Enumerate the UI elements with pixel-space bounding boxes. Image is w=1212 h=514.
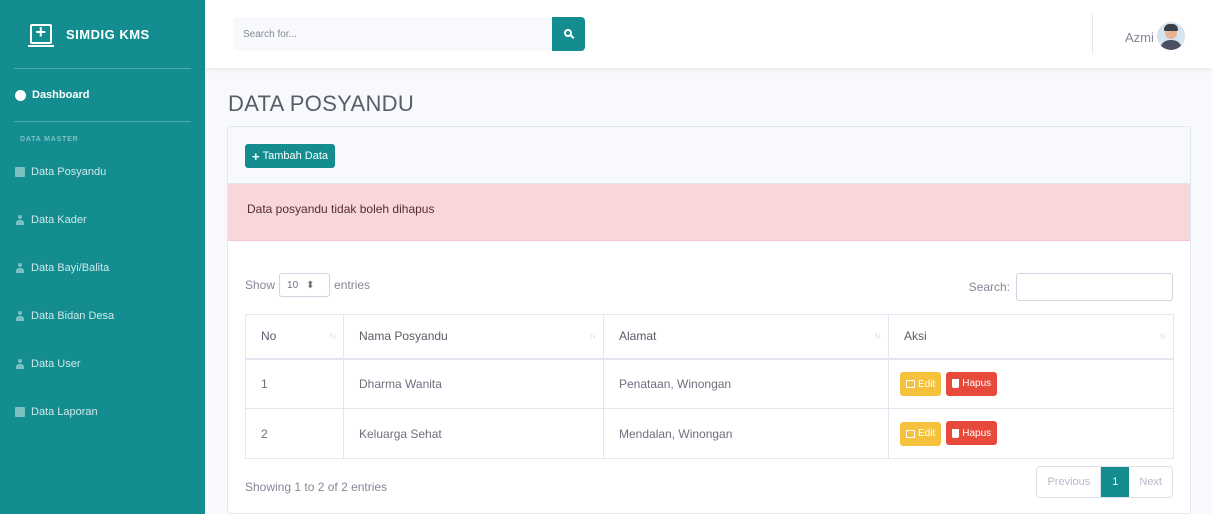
table-search-label: Search: (968, 280, 1010, 294)
sidebar-item-data-laporan[interactable]: Data Laporan (0, 388, 205, 436)
brand[interactable]: SIMDIG KMS (0, 0, 205, 68)
sidebar-item-label: Dashboard (32, 89, 90, 101)
topbar: Azmi (205, 0, 1212, 68)
entries-value: 10 (287, 279, 299, 291)
add-data-button[interactable]: + Tambah Data (245, 144, 336, 168)
cell-no: 1 (245, 358, 344, 409)
cell-aksi: Edit Hapus (888, 408, 1174, 459)
table-info: Showing 1 to 2 of 2 entries (245, 480, 388, 494)
trash-icon (952, 428, 960, 438)
table-icon (15, 407, 25, 417)
entries-select[interactable]: 10 ⬍ (279, 273, 331, 297)
avatar-body (1160, 40, 1182, 50)
table-row: 1 Dharma Wanita Penataan, Winongan Edit H… (245, 358, 1174, 409)
sidebar-item-label: Data Bidan Desa (31, 310, 115, 322)
sidebar-item-label: Data Bayi/Balita (31, 262, 110, 274)
sidebar-item-data-posyandu[interactable]: Data Posyandu (0, 148, 205, 196)
card-header: + Tambah Data (228, 127, 1190, 184)
search-input[interactable] (233, 17, 552, 51)
edit-label: Edit (918, 378, 936, 390)
table-search-input[interactable] (1016, 273, 1173, 301)
sidebar-item-data-bidan-desa[interactable]: Data Bidan Desa (0, 292, 205, 340)
laptop-medical-icon (28, 22, 54, 47)
pagination: Previous 1 Next (1036, 466, 1173, 498)
select-arrows-icon: ⬍ (306, 279, 315, 291)
topbar-divider (1092, 14, 1093, 54)
column-header-alamat[interactable]: Alamat ↑↓ (603, 314, 889, 360)
edit-icon (906, 380, 915, 388)
sidebar-item-dashboard[interactable]: Dashboard (0, 69, 205, 121)
column-header-nama[interactable]: Nama Posyandu ↑↓ (343, 314, 604, 360)
posyandu-table: No ↑↓ Nama Posyandu ↑↓ Alamat ↑↓ Aksi ↑↓ 1 D… (245, 314, 1174, 459)
plus-icon: + (252, 148, 260, 164)
search-icon (563, 29, 572, 37)
topbar-search (233, 17, 585, 51)
sidebar-item-label: Data Posyandu (31, 166, 107, 178)
delete-label: Hapus (962, 427, 992, 439)
delete-label: Hapus (962, 378, 992, 389)
sidebar-item-label: Data Laporan (31, 406, 98, 418)
cell-nama: Dharma Wanita (343, 358, 604, 409)
dashboard-icon (15, 89, 26, 101)
baby-icon (15, 263, 25, 273)
page-1-button[interactable]: 1 (1101, 467, 1130, 497)
sidebar-item-data-bayi-balita[interactable]: Data Bayi/Balita (0, 244, 205, 292)
edit-icon (906, 429, 915, 438)
sidebar-item-label: Data Kader (31, 214, 87, 226)
column-label: Aksi (904, 329, 927, 344)
edit-button[interactable]: Edit (900, 372, 942, 396)
alert-danger: Data posyandu tidak boleh dihapus (228, 184, 1190, 241)
edit-label: Edit (918, 428, 936, 440)
table-icon (15, 167, 25, 177)
cell-alamat: Penataan, Winongan (603, 358, 889, 409)
trash-icon (952, 379, 960, 388)
sort-icon: ↑↓ (329, 331, 336, 340)
previous-page-button[interactable]: Previous (1037, 467, 1102, 497)
table-search: Search: (969, 273, 1173, 301)
sidebar-item-label: Data User (31, 358, 81, 370)
column-label: No (261, 329, 277, 344)
user-name[interactable]: Azmi (1125, 30, 1154, 45)
delete-button[interactable]: Hapus (946, 421, 998, 446)
delete-button[interactable]: Hapus (946, 371, 998, 396)
search-button[interactable] (552, 17, 585, 51)
entries-length: Show 10 ⬍ entries (245, 273, 370, 297)
table-header-row: No ↑↓ Nama Posyandu ↑↓ Alamat ↑↓ Aksi ↑↓ (245, 314, 1174, 360)
sort-icon: ↑↓ (874, 331, 881, 340)
user-icon (15, 311, 25, 321)
user-icon (15, 215, 25, 225)
sort-icon: ↑↓ (589, 331, 596, 340)
user-icon (15, 359, 25, 369)
cell-nama: Keluarga Sehat (343, 408, 604, 459)
page-title: DATA POSYANDU (228, 91, 415, 116)
cell-aksi: Edit Hapus (888, 358, 1174, 409)
data-card: + Tambah Data Data posyandu tidak boleh … (227, 126, 1191, 514)
show-label: Show (245, 278, 276, 292)
avatar-hair (1164, 24, 1178, 31)
sidebar-item-data-user[interactable]: Data User (0, 340, 205, 388)
column-header-no[interactable]: No ↑↓ (245, 314, 344, 360)
brand-name: SIMDIG KMS (66, 26, 150, 42)
sidebar-heading: DATA MASTER (20, 136, 79, 143)
add-data-label: Tambah Data (262, 150, 329, 162)
avatar[interactable] (1157, 22, 1185, 50)
next-page-button[interactable]: Next (1129, 467, 1172, 497)
column-header-aksi[interactable]: Aksi ↑↓ (888, 314, 1174, 360)
sort-icon: ↑↓ (1159, 331, 1166, 340)
entries-label: entries (334, 278, 371, 292)
table-row: 2 Keluarga Sehat Mendalan, Winongan Edit… (245, 408, 1174, 459)
sidebar-item-data-kader[interactable]: Data Kader (0, 196, 205, 244)
cell-alamat: Mendalan, Winongan (603, 408, 889, 459)
column-label: Alamat (619, 329, 657, 344)
column-label: Nama Posyandu (359, 329, 448, 344)
cell-no: 2 (245, 408, 344, 459)
edit-button[interactable]: Edit (900, 421, 942, 446)
sidebar: SIMDIG KMS Dashboard DATA MASTER Data Po… (0, 0, 205, 514)
